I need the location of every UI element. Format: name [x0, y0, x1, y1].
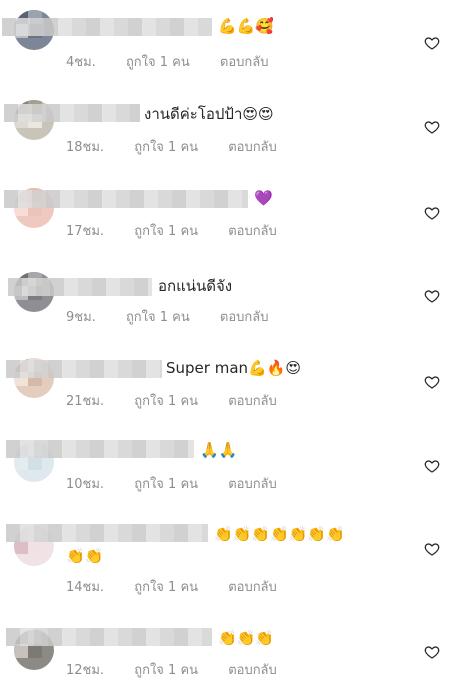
like-count-link[interactable]: ถูกใจ 1 คน: [134, 663, 198, 678]
heart-outline-icon[interactable]: [424, 35, 440, 51]
like-count-link[interactable]: ถูกใจ 1 คน: [134, 394, 198, 409]
comment-meta: 10ชม. ถูกใจ 1 คน ตอบกลับ: [66, 473, 303, 494]
comment-meta: 12ชม. ถูกใจ 1 คน ตอบกลับ: [66, 659, 303, 680]
reply-button[interactable]: ตอบกลับ: [228, 477, 277, 492]
comment-time: 10ชม.: [66, 477, 105, 492]
username-blurred[interactable]: [4, 104, 140, 122]
heart-outline-icon[interactable]: [424, 458, 440, 474]
reply-button[interactable]: ตอบกลับ: [228, 394, 277, 409]
reply-button[interactable]: ตอบกลับ: [228, 580, 277, 595]
comment-meta: 17ชม. ถูกใจ 1 คน ตอบกลับ: [66, 220, 303, 241]
comment-time: 18ชม.: [66, 140, 105, 155]
heart-outline-icon[interactable]: [424, 374, 440, 390]
username-blurred[interactable]: [6, 440, 194, 458]
heart-outline-icon[interactable]: [424, 541, 440, 557]
comment-text: อกแน่นดีจัง: [158, 277, 233, 295]
like-count-link[interactable]: ถูกใจ 1 คน: [134, 477, 198, 492]
comment-time: 12ชม.: [66, 663, 105, 678]
like-count-link[interactable]: ถูกใจ 1 คน: [134, 580, 198, 595]
comment-time: 17ชม.: [66, 224, 105, 239]
username-blurred[interactable]: [6, 360, 162, 378]
username-blurred[interactable]: [8, 278, 152, 296]
comment-meta: 4ชม. ถูกใจ 1 คน ตอบกลับ: [66, 51, 295, 72]
comment-meta: 18ชม. ถูกใจ 1 คน ตอบกลับ: [66, 136, 303, 157]
like-count-link[interactable]: ถูกใจ 1 คน: [134, 140, 198, 155]
heart-outline-icon[interactable]: [424, 205, 440, 221]
comment-meta: 14ชม. ถูกใจ 1 คน ตอบกลับ: [66, 576, 303, 597]
comment-text: 💪💪🥰: [218, 17, 275, 35]
comment-text: งานดีค่ะโอปป้า😍😍: [144, 105, 274, 123]
comment-text: 💜: [254, 189, 273, 207]
reply-button[interactable]: ตอบกลับ: [228, 140, 277, 155]
comment-time: 4ชม.: [66, 55, 96, 70]
comment-text-continued: 👏👏: [66, 547, 104, 565]
heart-outline-icon[interactable]: [424, 119, 440, 135]
comment-meta: 21ชม. ถูกใจ 1 คน ตอบกลับ: [66, 390, 303, 411]
like-count-link[interactable]: ถูกใจ 1 คน: [134, 224, 198, 239]
heart-outline-icon[interactable]: [424, 644, 440, 660]
comment-text: Super man💪🔥😍: [166, 359, 302, 377]
reply-button[interactable]: ตอบกลับ: [228, 224, 277, 239]
reply-button[interactable]: ตอบกลับ: [220, 310, 269, 325]
comment-text: 🙏🙏: [200, 441, 238, 459]
comment-time: 14ชม.: [66, 580, 105, 595]
username-blurred[interactable]: [4, 190, 248, 208]
like-count-link[interactable]: ถูกใจ 1 คน: [126, 55, 190, 70]
comment-time: 9ชม.: [66, 310, 96, 325]
comment-meta: 9ชม. ถูกใจ 1 คน ตอบกลับ: [66, 306, 295, 327]
username-blurred[interactable]: [6, 628, 212, 646]
username-blurred[interactable]: [6, 524, 208, 542]
reply-button[interactable]: ตอบกลับ: [220, 55, 269, 70]
comment-text: 👏👏👏👏👏👏👏: [214, 525, 345, 543]
like-count-link[interactable]: ถูกใจ 1 คน: [126, 310, 190, 325]
comment-time: 21ชม.: [66, 394, 105, 409]
heart-outline-icon[interactable]: [424, 288, 440, 304]
comment-text: 👏👏👏: [218, 629, 275, 647]
reply-button[interactable]: ตอบกลับ: [228, 663, 277, 678]
username-blurred[interactable]: [2, 18, 212, 36]
